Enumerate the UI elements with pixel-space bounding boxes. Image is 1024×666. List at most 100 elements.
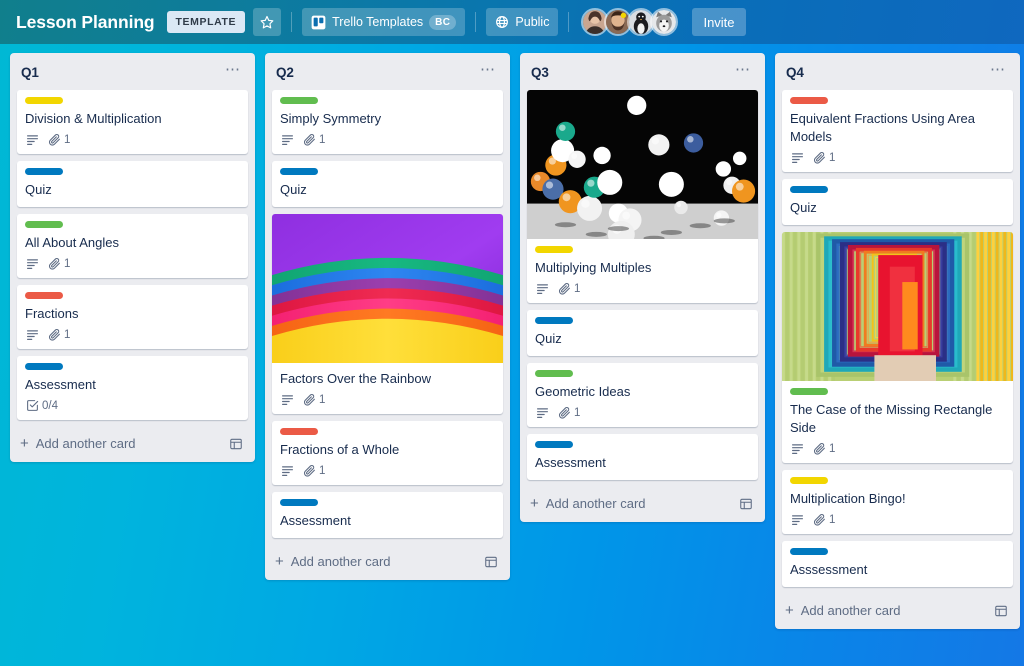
- header-divider-3: [568, 12, 570, 32]
- list-menu-icon[interactable]: ⋯: [985, 62, 1011, 81]
- visibility-button[interactable]: Public: [486, 8, 559, 36]
- card-label-blue[interactable]: [790, 186, 828, 193]
- attachment-count: 1: [829, 513, 836, 526]
- attachment-icon: [48, 328, 61, 341]
- template-badge[interactable]: TEMPLATE: [166, 11, 246, 33]
- card-label-red[interactable]: [25, 292, 63, 299]
- card[interactable]: Simply Symmetry 1: [272, 90, 503, 154]
- list-q1: Q1 ⋯ Division & Multiplication 1 Quiz All …: [10, 53, 255, 462]
- attachment-badge: 1: [303, 133, 325, 146]
- attachment-icon: [813, 151, 826, 164]
- card-template-icon[interactable]: [484, 555, 498, 569]
- card-title: Assessment: [280, 513, 351, 529]
- card-title: Quiz: [25, 182, 52, 197]
- card[interactable]: Geometric Ideas 1: [527, 363, 758, 428]
- invite-button[interactable]: Invite: [692, 8, 746, 36]
- description-icon: [536, 406, 549, 419]
- card-template-icon[interactable]: [229, 437, 243, 451]
- card[interactable]: Factors Over the Rainbow 1: [272, 214, 503, 415]
- card-title: Quiz: [790, 200, 817, 215]
- card[interactable]: Assessment: [272, 492, 503, 539]
- list-header: Q2 ⋯: [265, 53, 510, 90]
- card[interactable]: Multiplying Multiples 1: [527, 90, 758, 304]
- card-label-blue[interactable]: [280, 499, 318, 507]
- add-another-card-button[interactable]: + Add another card: [520, 487, 765, 520]
- add-another-card-button[interactable]: + Add another card: [775, 594, 1020, 627]
- add-another-card-button[interactable]: + Add another card: [10, 427, 255, 460]
- attachment-badge: 1: [303, 393, 325, 406]
- card-title: Asssessment: [790, 562, 868, 578]
- card-cover-rainbow-arcs: [272, 214, 503, 364]
- description-icon: [791, 513, 804, 526]
- card-badges: 1: [25, 255, 240, 273]
- card-label-yellow[interactable]: [790, 477, 828, 485]
- card-label-blue[interactable]: [25, 363, 63, 370]
- card-label-blue[interactable]: [25, 168, 63, 175]
- card[interactable]: The Case of the Missing Rectangle Side 1: [782, 232, 1013, 464]
- attachment-count: 1: [829, 442, 836, 455]
- card[interactable]: Asssessment: [782, 541, 1013, 588]
- card-list: Multiplying Multiples 1 Quiz Geometric Ide…: [520, 90, 765, 481]
- card[interactable]: Quiz: [782, 179, 1013, 225]
- card-label-blue[interactable]: [535, 441, 573, 449]
- card[interactable]: Fractions of a Whole 1: [272, 421, 503, 486]
- checklist-count: 0/4: [42, 399, 58, 412]
- card-label-yellow[interactable]: [535, 246, 573, 254]
- card-label-green[interactable]: [535, 370, 573, 378]
- description-badge: [536, 282, 549, 295]
- list-menu-icon[interactable]: ⋯: [730, 62, 756, 81]
- card-body: Multiplying Multiples 1: [527, 239, 758, 303]
- attachment-count: 1: [574, 282, 581, 295]
- list-title[interactable]: Q2: [276, 65, 294, 80]
- card-label-yellow[interactable]: [25, 97, 63, 104]
- card-badges: 1: [535, 280, 750, 298]
- card-title: Division & Multiplication: [25, 111, 162, 126]
- card[interactable]: Equivalent Fractions Using Area Models 1: [782, 90, 1013, 172]
- attachment-badge: 1: [813, 442, 835, 455]
- card-body: Multiplication Bingo! 1: [782, 470, 1013, 534]
- attachment-badge: 1: [48, 257, 70, 270]
- card[interactable]: Quiz: [527, 310, 758, 357]
- card[interactable]: Quiz: [272, 161, 503, 207]
- card[interactable]: All About Angles 1: [17, 214, 248, 278]
- card-title: Quiz: [535, 331, 562, 347]
- star-icon[interactable]: [253, 8, 282, 36]
- card-label-green[interactable]: [25, 221, 63, 228]
- list-title[interactable]: Q4: [786, 65, 804, 80]
- card-body: Quiz: [272, 161, 503, 207]
- card[interactable]: Division & Multiplication 1: [17, 90, 248, 154]
- card[interactable]: Assessment: [527, 434, 758, 481]
- card-template-icon[interactable]: [994, 604, 1008, 618]
- card[interactable]: Quiz: [17, 161, 248, 207]
- card[interactable]: Assessment 0/4: [17, 356, 248, 420]
- list-menu-icon[interactable]: ⋯: [475, 62, 501, 81]
- workspace-button[interactable]: Trello Templates BC: [302, 8, 466, 36]
- card-label-blue[interactable]: [790, 548, 828, 556]
- workspace-name: Trello Templates: [332, 15, 424, 29]
- card[interactable]: Multiplication Bingo! 1: [782, 470, 1013, 535]
- attachment-count: 1: [319, 393, 326, 406]
- attachment-icon: [303, 393, 316, 406]
- add-another-card-button[interactable]: + Add another card: [265, 545, 510, 578]
- lists-canvas: Q1 ⋯ Division & Multiplication 1 Quiz All …: [0, 44, 1024, 666]
- card-template-icon[interactable]: [739, 497, 753, 511]
- attachment-count: 1: [64, 328, 71, 341]
- list-menu-icon[interactable]: ⋯: [220, 62, 246, 81]
- list-q2: Q2 ⋯ Simply Symmetry 1 Quiz Factors Over…: [265, 53, 510, 581]
- card-label-green[interactable]: [280, 97, 318, 104]
- card-badges: 1: [25, 326, 240, 344]
- attachment-icon: [48, 133, 61, 146]
- card-label-green[interactable]: [790, 388, 828, 396]
- description-badge: [791, 151, 804, 164]
- list-header: Q4 ⋯: [775, 53, 1020, 90]
- list-title[interactable]: Q1: [21, 65, 39, 80]
- card-title: Equivalent Fractions Using Area Models: [790, 111, 975, 144]
- list-title[interactable]: Q3: [531, 65, 549, 80]
- card-label-red[interactable]: [790, 97, 828, 104]
- card-label-blue[interactable]: [280, 168, 318, 175]
- card[interactable]: Fractions 1: [17, 285, 248, 349]
- card-label-red[interactable]: [280, 428, 318, 436]
- member-avatar-4[interactable]: [650, 8, 679, 36]
- attachment-icon: [558, 406, 571, 419]
- card-label-blue[interactable]: [535, 317, 573, 325]
